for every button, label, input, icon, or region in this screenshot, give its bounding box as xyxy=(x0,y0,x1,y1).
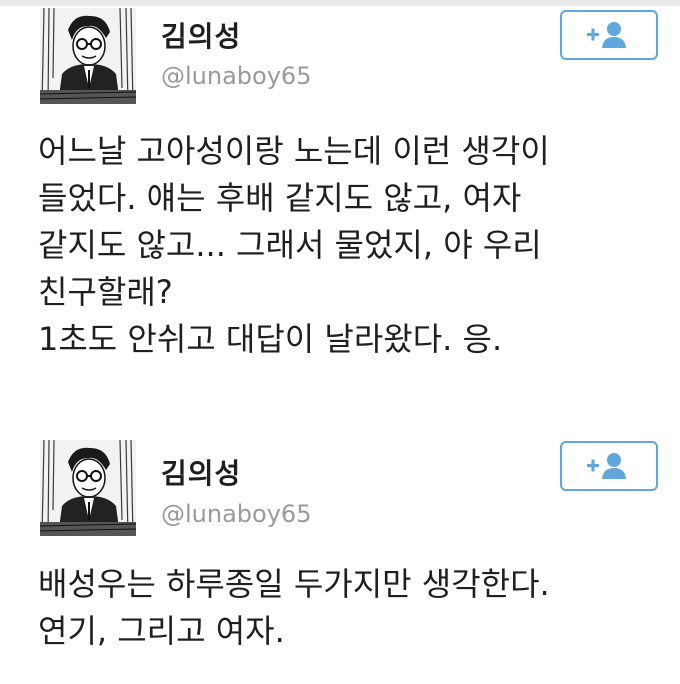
tweet-text-line: 배성우는 하루종일 두가지만 생각한다. xyxy=(38,565,550,603)
avatar-sketch-image xyxy=(40,440,136,536)
tweet-text-line: 어느날 고아성이랑 노는데 이런 생각이 xyxy=(38,132,550,170)
follow-button[interactable] xyxy=(560,441,658,491)
add-user-icon xyxy=(587,453,626,479)
display-name[interactable]: 김의성 xyxy=(161,15,241,55)
display-name[interactable]: 김의성 xyxy=(161,452,241,492)
top-divider xyxy=(0,0,680,6)
tweet-text-line: 연기, 그리고 여자. xyxy=(38,612,285,650)
tweet-text-line: 같지도 않고... 그래서 물었지, 야 우리 xyxy=(38,226,542,264)
user-handle[interactable]: @lunaboy65 xyxy=(161,500,311,528)
avatar[interactable] xyxy=(40,8,136,104)
avatar-sketch-image xyxy=(40,8,136,104)
tweet-text: 배성우는 하루종일 두가지만 생각한다. 연기, 그리고 여자. xyxy=(38,561,658,655)
tweet-text-line: 친구할래? xyxy=(38,273,173,311)
tweet-text: 어느날 고아성이랑 노는데 이런 생각이 들었다. 얘는 후배 같지도 않고, … xyxy=(38,128,658,363)
add-user-icon xyxy=(587,22,626,48)
tweet-text-line: 들었다. 얘는 후배 같지도 않고, 여자 xyxy=(38,179,522,217)
follow-button[interactable] xyxy=(560,10,658,60)
avatar[interactable] xyxy=(40,440,136,536)
tweet-text-line: 1초도 안쉬고 대답이 날라왔다. 응. xyxy=(38,320,503,358)
user-handle[interactable]: @lunaboy65 xyxy=(161,62,311,90)
